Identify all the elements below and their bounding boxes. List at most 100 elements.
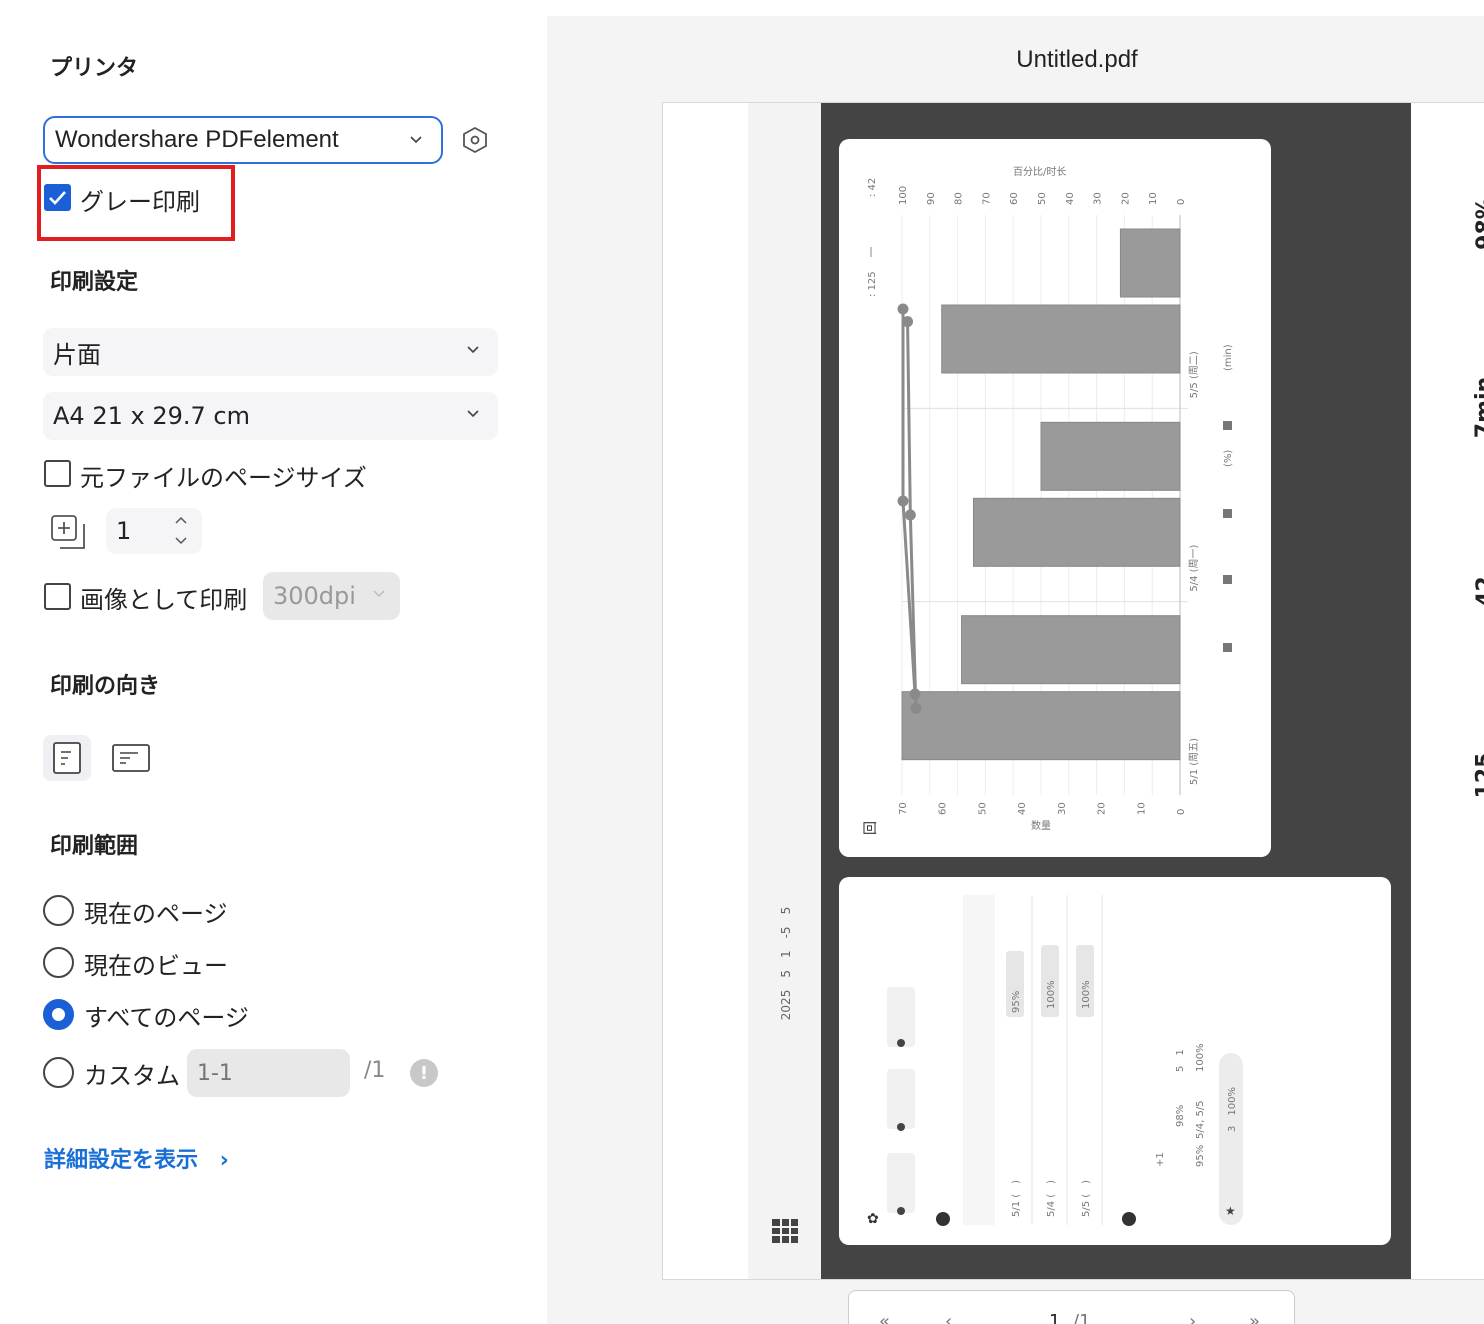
- right-tick-label: 0: [1176, 199, 1187, 205]
- printer-settings-button[interactable]: [461, 126, 489, 154]
- chart-caption: 回: [863, 821, 879, 835]
- table-grid-icon: [772, 1219, 798, 1243]
- custom-range-total: /1: [364, 1058, 386, 1083]
- printer-section-title: プリンタ: [50, 56, 139, 81]
- right-tick-label: 60: [1009, 192, 1020, 205]
- line-point: [897, 303, 909, 315]
- line-point: [909, 688, 921, 700]
- print-as-image-checkbox[interactable]: [44, 583, 71, 610]
- first-page-icon[interactable]: «: [879, 1311, 890, 1324]
- right-tick-label: 40: [1065, 192, 1076, 205]
- bar-series-1: [901, 691, 1181, 761]
- page-navigator: « ‹ 1 /1 › »: [848, 1290, 1295, 1324]
- left-tick-label: 30: [1057, 802, 1068, 815]
- right-tick-label: 50: [1037, 192, 1048, 205]
- summary-f: 95%: [1195, 1145, 1206, 1167]
- legend-swatch: [1223, 575, 1232, 584]
- summary-g: 3 100%: [1227, 1087, 1238, 1132]
- summary-d: 5/4, 5/5: [1195, 1100, 1206, 1139]
- right-tick-label: 70: [981, 192, 992, 205]
- paper-size-select[interactable]: A4 21 x 29.7 cm: [43, 392, 498, 440]
- date-header: 2025 5 1 -5 5: [779, 906, 794, 1020]
- portrait-page-icon: [53, 742, 81, 774]
- duplex-select[interactable]: 片面: [43, 328, 498, 376]
- custom-range-input[interactable]: [187, 1049, 350, 1097]
- advanced-settings-label: 詳細設定を表示: [44, 1148, 199, 1173]
- original-page-size-label: 元ファイルのページサイズ: [80, 464, 367, 492]
- line-point: [902, 316, 914, 328]
- stepper-down-icon[interactable]: [174, 535, 188, 547]
- right-tick-label: 20: [1120, 192, 1131, 205]
- advanced-settings-link[interactable]: 詳細設定を表示 ›: [44, 1142, 229, 1174]
- header-42: : 42: [867, 178, 878, 197]
- line-point: [910, 702, 922, 714]
- range-all-pages-label: すべてのページ: [84, 1004, 249, 1032]
- legend-swatch: [1223, 643, 1232, 652]
- pager-current[interactable]: 1: [1049, 1311, 1060, 1324]
- dpi-select-value: 300dpi: [273, 582, 356, 610]
- range-custom-label: カスタム: [84, 1062, 180, 1090]
- svg-text:✿: ✿: [867, 1211, 879, 1227]
- left-tick-label: 0: [1176, 809, 1187, 815]
- rotated-table: ✿ 95% 100% 100% 5/1 ( ) 5/4 ( ) 5/5 ( ) …: [867, 895, 1243, 1227]
- orientation-section-title: 印刷の向き: [50, 674, 161, 699]
- left-tick-label: 50: [977, 802, 988, 815]
- range-current-view-label: 現在のビュー: [84, 952, 228, 980]
- svg-text:★: ★: [1225, 1204, 1236, 1218]
- summary-c: 98%: [1175, 1105, 1186, 1127]
- portrait-orientation-button[interactable]: [43, 735, 91, 781]
- chevron-right-icon: ›: [219, 1148, 229, 1173]
- bar-series-2: [1119, 228, 1181, 298]
- stat-card-rate: 98%: [1449, 139, 1484, 307]
- print-as-image-label: 画像として印刷: [80, 586, 248, 614]
- legend-swatch: [1223, 421, 1232, 430]
- header-125: : 125: [867, 271, 878, 297]
- stepper-up-icon[interactable]: [174, 514, 188, 526]
- row-date-55: 5/5 ( ): [1081, 1180, 1092, 1217]
- summary-e: +1: [1155, 1152, 1166, 1167]
- chevron-down-icon: [410, 136, 422, 144]
- landscape-page-icon: [112, 744, 150, 772]
- range-current-page-label: 現在のページ: [84, 900, 228, 928]
- left-tick-label: 40: [1017, 802, 1028, 815]
- range-current-page-radio[interactable]: [43, 895, 74, 926]
- unit-min: (min): [1223, 344, 1234, 371]
- right-tick-label: 80: [954, 192, 965, 205]
- pager-total: /1: [1073, 1311, 1091, 1324]
- printer-select[interactable]: Wondershare PDFelement: [43, 116, 443, 164]
- left-tick-label: 70: [898, 802, 909, 815]
- prev-page-icon[interactable]: ‹: [945, 1311, 952, 1324]
- next-page-icon[interactable]: ›: [1189, 1311, 1196, 1324]
- right-tick-label: 100: [898, 186, 909, 205]
- left-tick-label: 60: [938, 802, 949, 815]
- right-tick-label: 30: [1093, 192, 1104, 205]
- range-all-pages-radio[interactable]: [43, 999, 74, 1030]
- range-custom-radio[interactable]: [43, 1057, 74, 1088]
- pct-95: 95%: [1011, 991, 1022, 1013]
- stat-card-count: 42: [1449, 507, 1484, 675]
- chart-card: 5/5 (周二) 5/4 (周一) 5/1 (周五) 70 60 50 40 30 20 10 0 1…: [839, 139, 1271, 857]
- page-preview[interactable]: 2025 5 1 -5 5 5/5 (周二) 5/4 (周一) 5/1 (周五) 70…: [662, 102, 1484, 1280]
- right-tick-label: 90: [926, 192, 937, 205]
- paper-size-select-value: A4 21 x 29.7 cm: [53, 402, 250, 430]
- row-date-51: 5/1 ( ): [1011, 1180, 1022, 1217]
- range-section-title: 印刷範囲: [50, 834, 139, 859]
- original-page-size-checkbox[interactable]: [44, 460, 71, 487]
- legend-swatch: [1223, 509, 1232, 518]
- bar-series-2: [961, 615, 1181, 685]
- copies-icon: [50, 514, 86, 550]
- copies-value: 1: [116, 517, 132, 545]
- bar-series-1: [972, 497, 1181, 567]
- copies-stepper[interactable]: 1: [106, 508, 202, 554]
- range-current-view-radio[interactable]: [43, 947, 74, 978]
- highlight-annotation-box: [37, 165, 235, 241]
- info-warning-icon[interactable]: !: [410, 1059, 438, 1087]
- chevron-down-icon: [467, 346, 479, 354]
- bar-line-chart: 5/5 (周二)5/4 (周一)5/1 (周五)70 60 50 40 30 20 10 01…: [863, 166, 1234, 835]
- left-tick-label: 10: [1136, 802, 1147, 815]
- last-page-icon[interactable]: »: [1249, 1311, 1260, 1324]
- page-dark-background: 5/5 (周二) 5/4 (周一) 5/1 (周五) 70 60 50 40 30 20 10 0 1…: [821, 103, 1484, 1279]
- landscape-orientation-button[interactable]: [108, 740, 154, 776]
- left-axis-title: 数量: [1031, 819, 1051, 832]
- summary-b: 100%: [1195, 1043, 1206, 1072]
